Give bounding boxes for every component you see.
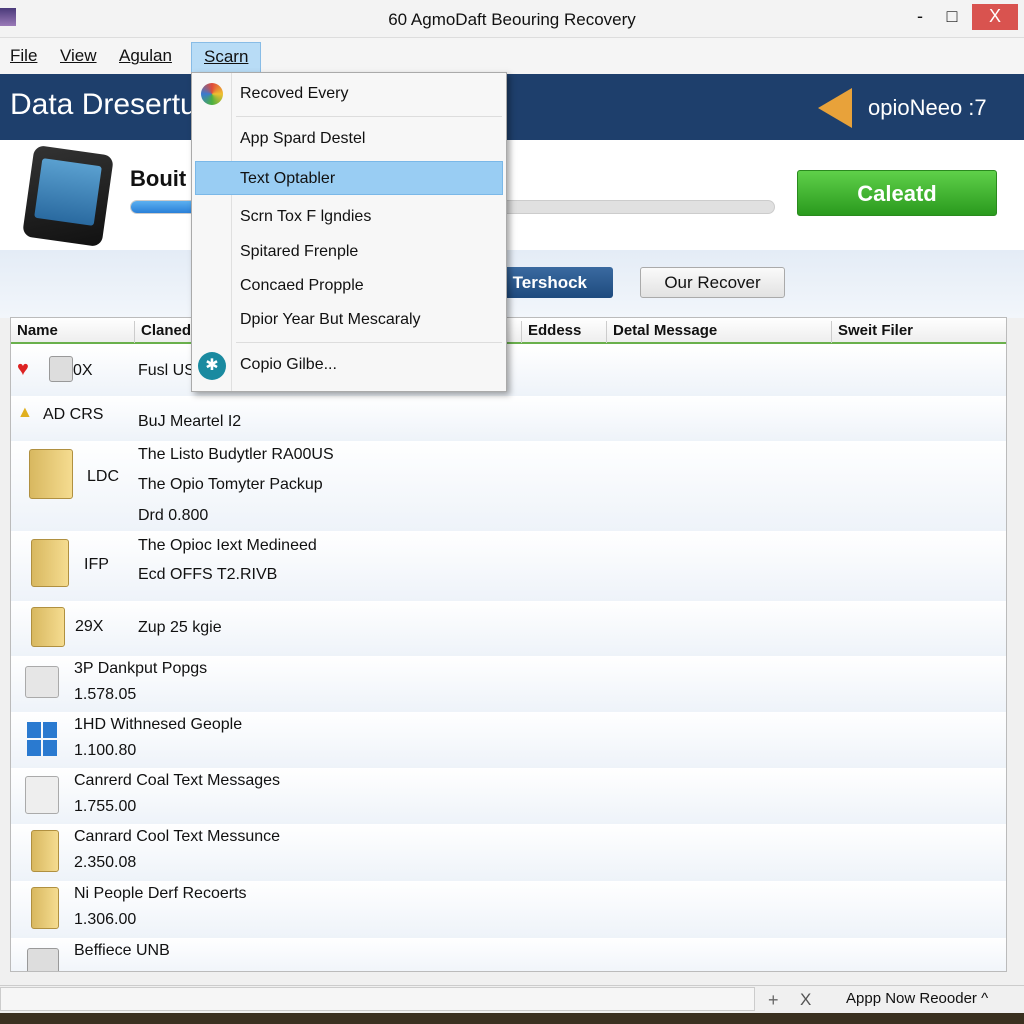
list-item[interactable]: 3P Dankput Popgs 1.578.05 (11, 656, 1006, 712)
item-title: Canrerd Coal Text Messages (74, 772, 281, 789)
menu-item-concaed-propple[interactable]: Concaed Propple (240, 277, 364, 295)
item-value: 1.306.00 (74, 911, 137, 928)
menu-separator (236, 116, 502, 117)
copy-globe-icon: ✱ (198, 352, 226, 380)
folder-icon (31, 830, 59, 872)
results-table: Name Claned Eddess Detal Message Sweit F… (10, 317, 1007, 972)
menu-scarn[interactable]: Scarn (191, 42, 261, 74)
menu-item-copio-gilbe[interactable]: Copio Gilbe... (240, 356, 337, 374)
recover-button[interactable]: Our Recover (640, 267, 785, 298)
item-title: Ni People Derf Recoerts (74, 885, 247, 902)
row-line: The Opioc Iext Medineed (138, 537, 317, 554)
message-icon (25, 776, 59, 814)
list-item[interactable]: 1HD Withnesed Geople 1.100.80 (11, 712, 1006, 768)
banner-title: Data Dresertu (10, 88, 197, 121)
menu-item-recoved-every[interactable]: Recoved Every (240, 85, 349, 103)
menu-item-app-spard-destel[interactable]: App Spard Destel (240, 130, 365, 148)
maximize-button[interactable]: □ (937, 4, 967, 30)
table-row[interactable]: LDC The Listo Budytler RA00US The Opio T… (11, 441, 1006, 531)
status-field (0, 987, 755, 1011)
row-line: Drd 0.800 (138, 507, 209, 524)
menu-separator (236, 342, 502, 343)
recover-icon (201, 83, 223, 105)
close-button[interactable]: X (972, 4, 1018, 30)
document-icon (25, 666, 59, 698)
menu-icon-gutter (192, 73, 232, 391)
menu-item-text-optabler[interactable]: Text Optabler (240, 170, 335, 188)
window-title: 60 AgmoDaft Beouring Recovery (388, 10, 636, 29)
table-row[interactable]: ▲ AD CRS BuJ Meartel I2 (11, 396, 1006, 441)
calculate-button[interactable]: Caleatd (797, 170, 997, 216)
heart-icon: ♥ (17, 358, 29, 380)
row-line: The Opio Tomyter Packup (138, 476, 323, 493)
item-title: Canrard Cool Text Messunce (74, 828, 281, 845)
menu-agulan[interactable]: Agulan (113, 44, 178, 68)
folder-icon (29, 449, 73, 499)
column-name[interactable]: Name (11, 321, 134, 343)
table-row[interactable]: 29X Zup 25 kgie (11, 601, 1006, 656)
brand-name: opioNeeo :7 (868, 95, 987, 120)
device-name: Bouit (130, 166, 187, 191)
column-detal-message[interactable]: Detal Message (606, 321, 831, 343)
row-line: Zup 25 kgie (138, 619, 222, 636)
row-name: LDC (87, 468, 120, 485)
menu-item-dpior-year[interactable]: Dpior Year But Mescaraly (240, 311, 421, 329)
row-name: AD CRS (43, 406, 104, 423)
warning-icon: ▲ (17, 404, 33, 421)
drive-icon (27, 948, 59, 971)
minimize-button[interactable]: - (905, 4, 935, 30)
progress-fill (131, 201, 196, 213)
row-name: IFP (84, 556, 109, 573)
item-title: 1HD Withnesed Geople (74, 716, 243, 733)
column-eddess[interactable]: Eddess (521, 321, 606, 343)
status-action-button[interactable]: Appp Now Reooder ^ (846, 990, 988, 1007)
menu-item-scrn-tox[interactable]: Scrn Tox F lgndies (240, 208, 371, 226)
device-icon (49, 356, 73, 382)
column-sweit-filer[interactable]: Sweit Filer (831, 321, 1006, 343)
table-row[interactable]: ♥ 0X Fusl US (11, 346, 1006, 396)
item-value: 1.100.80 (74, 742, 137, 759)
status-close-button[interactable]: X (800, 990, 811, 1010)
list-item[interactable]: Beffiece UNB (11, 938, 1006, 971)
folder-icon (31, 887, 59, 929)
list-item[interactable]: Ni People Derf Recoerts 1.306.00 (11, 881, 1006, 938)
row-name: 29X (75, 618, 104, 635)
list-item[interactable]: Canrerd Coal Text Messages 1.755.00 (11, 768, 1006, 824)
scarn-dropdown-menu: Recoved Every App Spard Destel Text Opta… (191, 72, 507, 392)
folder-icon (31, 539, 69, 587)
folder-icon (31, 607, 65, 647)
item-value: 2.350.08 (74, 854, 137, 871)
menu-file[interactable]: File (4, 44, 43, 68)
item-title: Beffiece UNB (74, 942, 170, 959)
menu-item-spitared-frenple[interactable]: Spitared Frenple (240, 243, 358, 261)
menu-view[interactable]: View (54, 44, 103, 68)
item-value: 1.755.00 (74, 798, 137, 815)
row-line: The Listo Budytler RA00US (138, 446, 334, 463)
add-button[interactable]: + (768, 990, 779, 1011)
list-item[interactable]: Canrard Cool Text Messunce 2.350.08 (11, 824, 1006, 881)
phone-screen-icon (34, 158, 102, 226)
table-row[interactable]: IFP The Opioc Iext Medineed Ecd OFFS T2.… (11, 531, 1006, 601)
row-line: BuJ Meartel I2 (138, 413, 242, 430)
windows-icon (27, 722, 57, 756)
table-header: Name Claned Eddess Detal Message Sweit F… (11, 318, 1006, 344)
row-line: Fusl US (138, 362, 195, 379)
row-name: 0X (73, 362, 93, 379)
item-value: 1.578.05 (74, 686, 137, 703)
brand-logo-icon (818, 88, 852, 128)
item-title: 3P Dankput Popgs (74, 660, 208, 677)
taskbar-strip (0, 1013, 1024, 1024)
row-line: Ecd OFFS T2.RIVB (138, 566, 278, 583)
